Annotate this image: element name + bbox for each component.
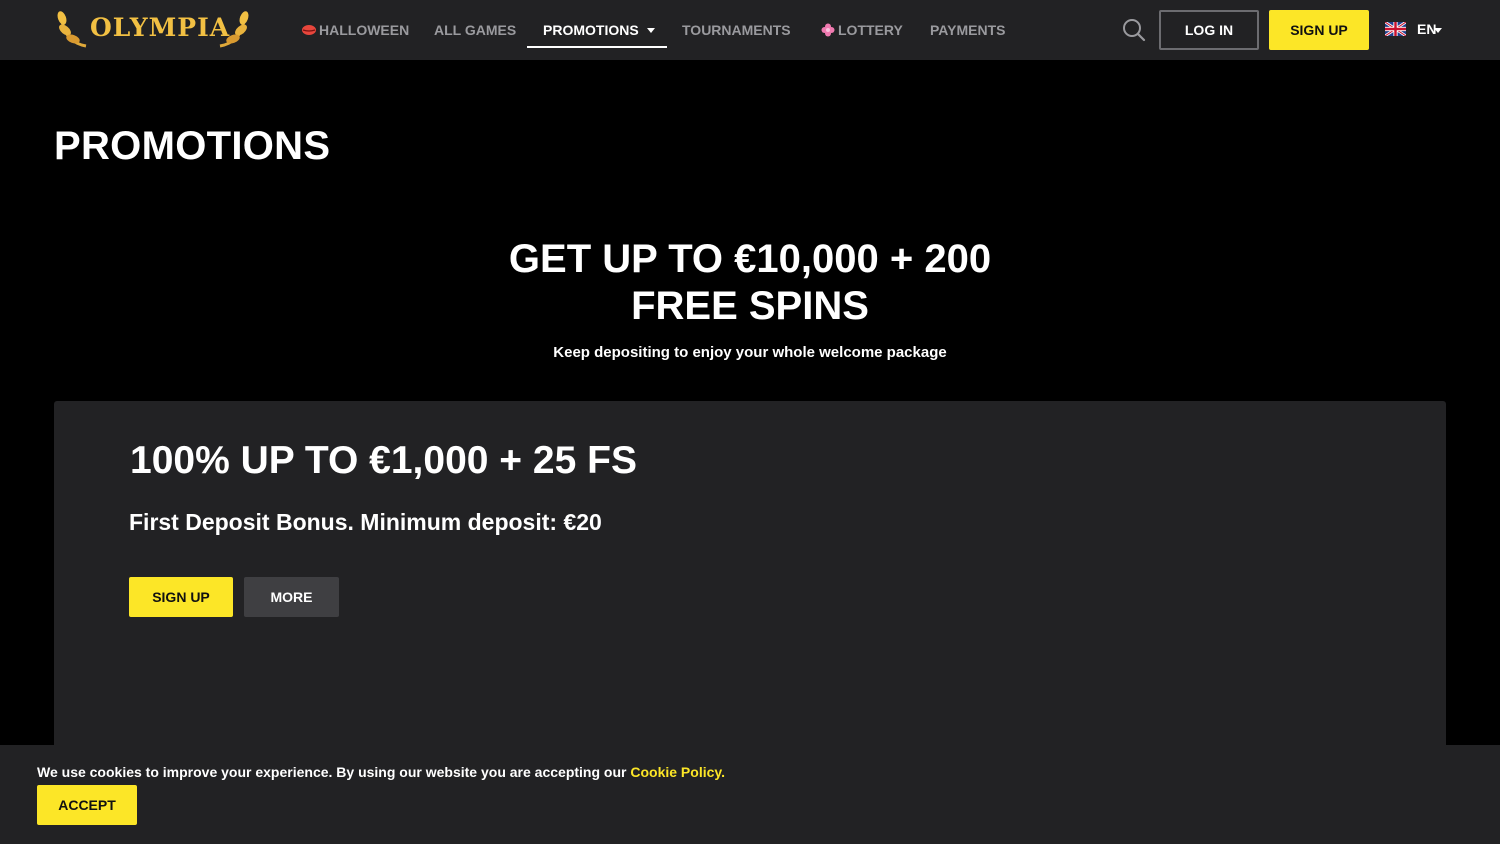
- cookie-message: We use cookies to improve your experienc…: [37, 764, 631, 780]
- nav-payments-label: PAYMENTS: [930, 22, 1006, 38]
- search-button[interactable]: [1121, 17, 1147, 43]
- nav-halloween-label: HALLOWEEN: [319, 22, 410, 38]
- nav-promotions[interactable]: PROMOTIONS: [543, 0, 655, 60]
- active-nav-indicator: [527, 46, 667, 48]
- logo-text: OLYMPIA: [90, 13, 231, 42]
- lips-icon: [302, 24, 316, 35]
- hero-title-line-2: FREE SPINS: [631, 284, 869, 328]
- hero-subtitle: Keep depositing to enjoy your whole welc…: [553, 344, 947, 361]
- hero-title-line-1: GET UP TO €10,000 + 200: [508, 237, 992, 281]
- language-chevron-icon: [1434, 28, 1442, 33]
- olympia-logo[interactable]: OLYMPIA: [56, 8, 252, 52]
- laurel-left-icon: [57, 11, 87, 48]
- page-title: PROMOTIONS: [54, 124, 331, 168]
- nav-all-games[interactable]: ALL GAMES: [434, 0, 516, 60]
- login-button[interactable]: LOG IN: [1159, 10, 1259, 50]
- nav-all-games-label: ALL GAMES: [434, 22, 517, 38]
- search-icon: [1123, 19, 1146, 42]
- hero-title: GET UP TO €10,000 + 200 FREE SPINS: [400, 236, 1100, 330]
- laurel-right-icon: [219, 11, 249, 48]
- nav-lottery[interactable]: LOTTERY: [821, 0, 903, 60]
- chevron-down-icon: [646, 27, 655, 33]
- promo-subtitle: First Deposit Bonus. Minimum deposit: €2…: [129, 509, 602, 535]
- nav-payments[interactable]: PAYMENTS: [930, 0, 1005, 60]
- cookie-text: We use cookies to improve your experienc…: [37, 764, 725, 780]
- site-header: OLYMPIA HALLOWEEN ALL GAMES PROMOTIONS T…: [0, 0, 1500, 60]
- header-signup-button[interactable]: SIGN UP: [1269, 10, 1369, 50]
- promo-more-button[interactable]: MORE: [244, 577, 339, 617]
- cookie-banner: We use cookies to improve your experienc…: [0, 745, 1500, 844]
- nav-halloween[interactable]: HALLOWEEN: [302, 0, 409, 60]
- promo-signup-button[interactable]: SIGN UP: [129, 577, 233, 617]
- uk-flag-icon: [1385, 22, 1406, 36]
- cookie-policy-link[interactable]: Cookie Policy.: [630, 764, 725, 780]
- nav-tournaments-label: TOURNAMENTS: [682, 22, 791, 38]
- accept-cookies-button[interactable]: ACCEPT: [37, 785, 137, 825]
- nav-tournaments[interactable]: TOURNAMENTS: [682, 0, 791, 60]
- nav-lottery-label: LOTTERY: [838, 22, 903, 38]
- nav-promotions-label: PROMOTIONS: [543, 22, 639, 38]
- flower-icon: [821, 23, 835, 37]
- promo-title: 100% UP TO €1,000 + 25 FS: [130, 439, 637, 482]
